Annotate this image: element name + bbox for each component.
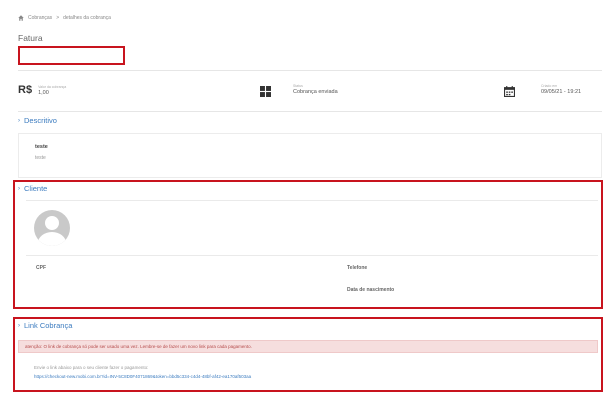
summary-created-value: 09/05/21 - 19:21 xyxy=(541,89,582,95)
currency-icon: R$ xyxy=(18,84,33,96)
summary-value-label: Valor da cobrança xyxy=(38,84,67,89)
description-body: teste xyxy=(35,155,46,161)
summary-created: Criado em 09/05/21 - 19:21 xyxy=(504,84,582,97)
grid-icon xyxy=(260,84,271,97)
user-avatar-icon xyxy=(34,210,70,246)
divider xyxy=(26,255,598,256)
breadcrumb-separator: > xyxy=(56,15,60,21)
breadcrumb-item-cobrancas[interactable]: Cobranças xyxy=(28,15,52,21)
section-cliente-title: Cliente xyxy=(24,184,48,193)
chevron-right-icon: › xyxy=(18,117,20,124)
title-highlight-box xyxy=(18,46,125,65)
section-link-header[interactable]: › Link Cobrança xyxy=(18,321,72,330)
breadcrumb: Cobranças > detalhes da cobrança xyxy=(18,15,111,21)
summary-value-amount: 1,00 xyxy=(38,89,49,96)
link-instruction: Envie o link abaixo para o seu cliente f… xyxy=(34,365,149,370)
calendar-icon xyxy=(504,84,515,97)
section-link-title: Link Cobrança xyxy=(24,321,73,330)
summary-status: Status Cobrança enviada xyxy=(260,84,338,97)
page-title: Fatura xyxy=(18,33,43,43)
summary-created-label: Criado em xyxy=(541,84,558,88)
summary-status-label: Status xyxy=(293,84,303,88)
summary-value: R$ Valor da cobrança 1,00 xyxy=(18,84,66,96)
payment-link[interactable]: https://checkout-new.mobi.com.br?id=INV-… xyxy=(34,374,251,379)
alert-banner: atenção: O link de cobrança só pode ser … xyxy=(18,340,598,353)
chevron-right-icon: › xyxy=(18,322,20,329)
summary-status-value: Cobrança enviada xyxy=(293,89,338,95)
chevron-right-icon: › xyxy=(18,185,20,192)
divider xyxy=(18,111,602,112)
divider xyxy=(18,70,602,71)
section-descritivo-title: Descritivo xyxy=(24,116,57,125)
field-cpf-label: CPF xyxy=(36,265,46,271)
link-card: Envie o link abaixo para o seu cliente f… xyxy=(26,360,598,386)
section-cliente-header[interactable]: › Cliente xyxy=(18,184,47,193)
description-title: teste xyxy=(35,144,48,150)
field-birth-label: Data de nascimento xyxy=(347,287,395,293)
summary-row: R$ Valor da cobrança 1,00 Status Cobranç… xyxy=(18,84,602,106)
home-icon[interactable] xyxy=(18,15,24,21)
description-card: teste teste xyxy=(18,133,602,178)
field-phone-label: Telefone xyxy=(347,265,368,271)
divider xyxy=(26,200,598,201)
breadcrumb-item-current: detalhes da cobrança xyxy=(63,15,111,21)
section-descritivo-header[interactable]: › Descritivo xyxy=(18,116,57,125)
